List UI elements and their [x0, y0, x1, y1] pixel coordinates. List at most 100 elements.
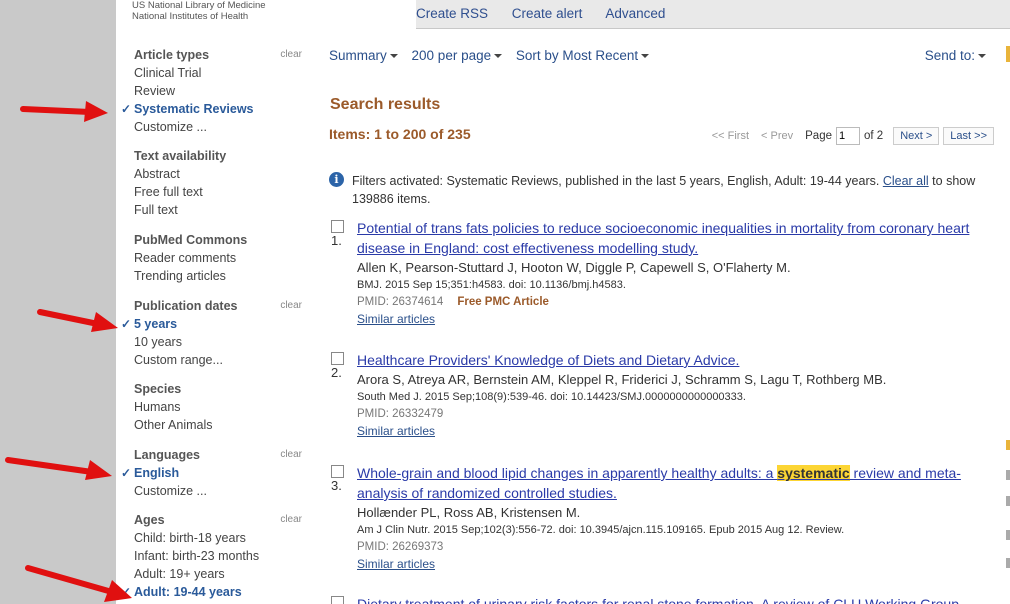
filter-item-10-years[interactable]: 10 years — [134, 333, 304, 351]
result-title-link[interactable]: Dietary treatment of urinary risk factor… — [357, 594, 999, 604]
filter-group-pubmed-commons: PubMed Commons Reader comments Trending … — [134, 231, 304, 285]
right-panel-edge — [1006, 46, 1010, 62]
panel-marker — [1006, 440, 1010, 450]
similar-articles-link[interactable]: Similar articles — [357, 311, 999, 327]
per-page-label: 200 per page — [411, 48, 492, 63]
similar-articles-link[interactable]: Similar articles — [357, 556, 999, 572]
panel-marker — [1006, 530, 1010, 540]
result-number: 1. — [331, 233, 342, 248]
search-term-highlight: systematic — [777, 465, 850, 481]
filter-item-full-text[interactable]: Full text — [134, 201, 304, 219]
result-item-1: 1. Potential of trans fats policies to r… — [329, 218, 999, 327]
page-total: of 2 — [864, 130, 884, 142]
filter-item-customize[interactable]: Customize ... — [134, 118, 304, 136]
select-checkbox[interactable] — [331, 352, 344, 365]
result-pmid: PMID: 26332479 — [357, 408, 444, 420]
format-dropdown[interactable]: Summary — [329, 48, 398, 63]
filter-item-custom-range[interactable]: Custom range... — [134, 351, 304, 369]
filter-item-other-animals[interactable]: Other Animals — [134, 416, 304, 434]
filter-item-child[interactable]: Child: birth-18 years — [134, 529, 304, 547]
filters-text: Filters activated: Systematic Reviews, p… — [352, 172, 999, 208]
filter-item-systematic-reviews[interactable]: ✓ Systematic Reviews — [121, 100, 304, 118]
filter-item-humans[interactable]: Humans — [134, 398, 304, 416]
checkmark-icon: ✓ — [121, 466, 132, 480]
filter-item-clinical-trial[interactable]: Clinical Trial — [134, 64, 304, 82]
filter-sidebar: Article types clear Clinical Trial Revie… — [116, 38, 306, 604]
similar-articles-link[interactable]: Similar articles — [357, 423, 999, 439]
filter-heading: Publication dates — [134, 299, 238, 313]
last-page-button[interactable]: Last >> — [943, 127, 994, 145]
page-number-input[interactable] — [836, 127, 860, 145]
result-citation: South Med J. 2015 Sep;108(9):539-46. doi… — [357, 391, 746, 403]
panel-marker — [1006, 470, 1010, 480]
red-arrow-icon — [25, 565, 132, 602]
checkmark-icon: ✓ — [121, 102, 132, 116]
prev-page-link[interactable]: < Prev — [761, 130, 793, 142]
filter-item-abstract[interactable]: Abstract — [134, 165, 304, 183]
chevron-down-icon — [641, 54, 650, 59]
clear-all-link[interactable]: Clear all — [883, 174, 929, 188]
red-arrow-icon — [5, 457, 112, 480]
filter-heading: Text availability — [134, 149, 227, 163]
result-authors: Arora S, Atreya AR, Bernstein AM, Kleppe… — [357, 372, 887, 387]
clear-link[interactable]: clear — [280, 297, 302, 315]
result-title-link[interactable]: Whole-grain and blood lipid changes in a… — [357, 463, 999, 503]
filter-group-text-availability: Text availability Abstract Free full tex… — [134, 147, 304, 219]
create-rss-link[interactable]: Create RSS — [416, 6, 488, 21]
format-label: Summary — [329, 48, 387, 63]
filters-description: Filters activated: Systematic Reviews, p… — [352, 174, 880, 188]
clear-link[interactable]: clear — [280, 511, 302, 529]
filter-group-publication-dates: Publication dates clear ✓ 5 years 10 year… — [121, 297, 304, 369]
filter-item-review[interactable]: Review — [134, 82, 304, 100]
red-arrow-icon — [37, 309, 118, 332]
filter-heading: Ages — [134, 513, 165, 527]
filter-item-infant[interactable]: Infant: birth-23 months — [134, 547, 304, 565]
result-number: 3. — [331, 478, 342, 493]
filter-item-trending-articles[interactable]: Trending articles — [134, 267, 304, 285]
filter-heading: Species — [134, 382, 182, 396]
next-page-button[interactable]: Next > — [893, 127, 940, 145]
nlm-logo-text[interactable]: US National Library of Medicine National… — [132, 0, 266, 22]
pmid: PMID: 26374614 — [357, 296, 444, 308]
result-item-4: Dietary treatment of urinary risk factor… — [329, 594, 999, 604]
filter-label: Adult: 19-44 years — [134, 585, 242, 599]
clear-link[interactable]: clear — [280, 46, 302, 64]
result-title-link[interactable]: Potential of trans fats policies to redu… — [357, 218, 999, 258]
free-pmc-link[interactable]: Free PMC Article — [457, 296, 549, 308]
filter-item-customize[interactable]: Customize ... — [134, 482, 304, 500]
filter-label: English — [134, 466, 180, 480]
panel-marker — [1006, 496, 1010, 506]
advanced-link[interactable]: Advanced — [605, 6, 665, 21]
filter-item-5-years[interactable]: ✓ 5 years — [121, 315, 304, 333]
first-page-link[interactable]: << First — [712, 130, 749, 142]
results-title: Search results — [330, 96, 441, 113]
filter-item-adult-19-44[interactable]: ✓ Adult: 19-44 years — [121, 583, 304, 601]
result-item-3: 3. Whole-grain and blood lipid changes i… — [329, 463, 999, 572]
result-authors: Allen K, Pearson-Stuttard J, Hooton W, D… — [357, 260, 791, 275]
result-title-link[interactable]: Healthcare Providers' Knowledge of Diets… — [357, 350, 999, 370]
search-links: Create RSS Create alert Advanced — [416, 6, 685, 21]
filter-heading: Languages — [134, 448, 200, 462]
filter-label: Systematic Reviews — [134, 102, 254, 116]
send-to-label: Send to: — [924, 48, 975, 63]
per-page-dropdown[interactable]: 200 per page — [412, 48, 503, 63]
result-number: 2. — [331, 365, 342, 380]
results-count: Items: 1 to 200 of 235 — [329, 126, 471, 142]
select-checkbox[interactable] — [331, 596, 344, 604]
result-pmid: PMID: 26269373 — [357, 541, 444, 553]
clear-link[interactable]: clear — [280, 446, 302, 464]
filter-label: 5 years — [134, 317, 178, 331]
title-part: Whole-grain and blood lipid changes in a… — [357, 465, 778, 481]
red-arrow-icon — [20, 101, 108, 122]
sort-dropdown[interactable]: Sort by Most Recent — [516, 48, 650, 63]
filter-item-adult-19-plus[interactable]: Adult: 19+ years — [134, 565, 304, 583]
create-alert-link[interactable]: Create alert — [512, 6, 583, 21]
filter-item-english[interactable]: ✓ English — [121, 464, 304, 482]
filter-item-free-full-text[interactable]: Free full text — [134, 183, 304, 201]
filters-activated-message: i Filters activated: Systematic Reviews,… — [329, 172, 999, 208]
chevron-down-icon — [389, 54, 398, 59]
filter-item-reader-comments[interactable]: Reader comments — [134, 249, 304, 267]
select-checkbox[interactable] — [331, 465, 344, 478]
send-to-dropdown[interactable]: Send to: — [925, 48, 986, 63]
select-checkbox[interactable] — [331, 220, 344, 233]
